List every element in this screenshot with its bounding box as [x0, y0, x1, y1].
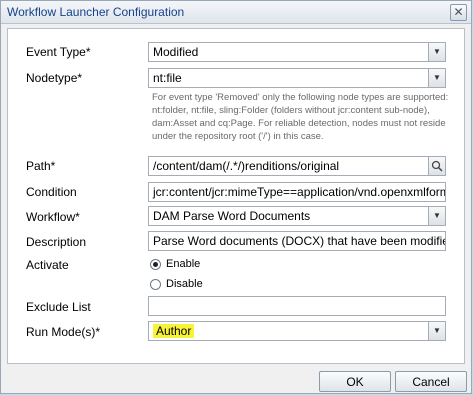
description-value: Parse Word documents (DOCX) that have be… — [153, 234, 446, 248]
exclude-list-label: Exclude List — [26, 300, 91, 314]
ok-button[interactable]: OK — [319, 371, 391, 392]
condition-field[interactable]: jcr:content/jcr:mimeType==application/vn… — [148, 182, 446, 202]
event-type-label: Event Type* — [26, 45, 91, 59]
exclude-list-field[interactable] — [148, 296, 446, 316]
workflow-value: DAM Parse Word Documents — [153, 209, 311, 223]
activate-label: Activate — [26, 258, 69, 272]
description-field[interactable]: Parse Word documents (DOCX) that have be… — [148, 231, 446, 251]
path-field[interactable]: /content/dam(/.*/)renditions/original — [148, 156, 446, 176]
form-panel: Event Type* Modified ▼ Nodetype* nt:file… — [7, 28, 465, 364]
workflow-select[interactable]: DAM Parse Word Documents ▼ — [148, 206, 446, 226]
title-bar[interactable]: Workflow Launcher Configuration ✕ — [1, 1, 471, 24]
disable-radio[interactable] — [150, 279, 161, 290]
condition-value: jcr:content/jcr:mimeType==application/vn… — [153, 185, 446, 199]
path-value: /content/dam(/.*/)renditions/original — [153, 159, 340, 173]
nodetype-select[interactable]: nt:file ▼ — [148, 68, 446, 88]
run-modes-value: Author — [153, 324, 195, 338]
close-button[interactable]: ✕ — [450, 4, 467, 21]
nodetype-label: Nodetype* — [26, 71, 83, 85]
chevron-down-icon[interactable]: ▼ — [428, 207, 445, 225]
path-browse-button[interactable] — [428, 157, 445, 175]
disable-radio-label: Disable — [166, 278, 203, 290]
chevron-down-icon[interactable]: ▼ — [428, 322, 445, 340]
condition-label: Condition — [26, 185, 77, 199]
path-label: Path* — [26, 159, 56, 173]
nodetype-hint: For event type 'Removed' only the follow… — [152, 92, 449, 142]
enable-radio-label: Enable — [166, 258, 201, 270]
event-type-select[interactable]: Modified ▼ — [148, 42, 446, 62]
description-label: Description — [26, 235, 87, 249]
run-modes-label: Run Mode(s)* — [26, 325, 101, 339]
nodetype-value: nt:file — [153, 71, 182, 85]
cancel-button[interactable]: Cancel — [395, 371, 467, 392]
radio-selected-dot — [153, 262, 158, 267]
search-icon — [431, 160, 443, 172]
workflow-label: Workflow* — [26, 210, 80, 224]
enable-radio[interactable] — [150, 259, 161, 270]
event-type-value: Modified — [153, 45, 199, 59]
close-icon: ✕ — [453, 5, 464, 19]
run-modes-select[interactable]: Author ▼ — [148, 321, 446, 341]
chevron-down-icon[interactable]: ▼ — [428, 43, 445, 61]
workflow-launcher-dialog: Workflow Launcher Configuration ✕ Event … — [0, 0, 472, 394]
chevron-down-icon[interactable]: ▼ — [428, 69, 445, 87]
dialog-title: Workflow Launcher Configuration — [7, 5, 185, 19]
